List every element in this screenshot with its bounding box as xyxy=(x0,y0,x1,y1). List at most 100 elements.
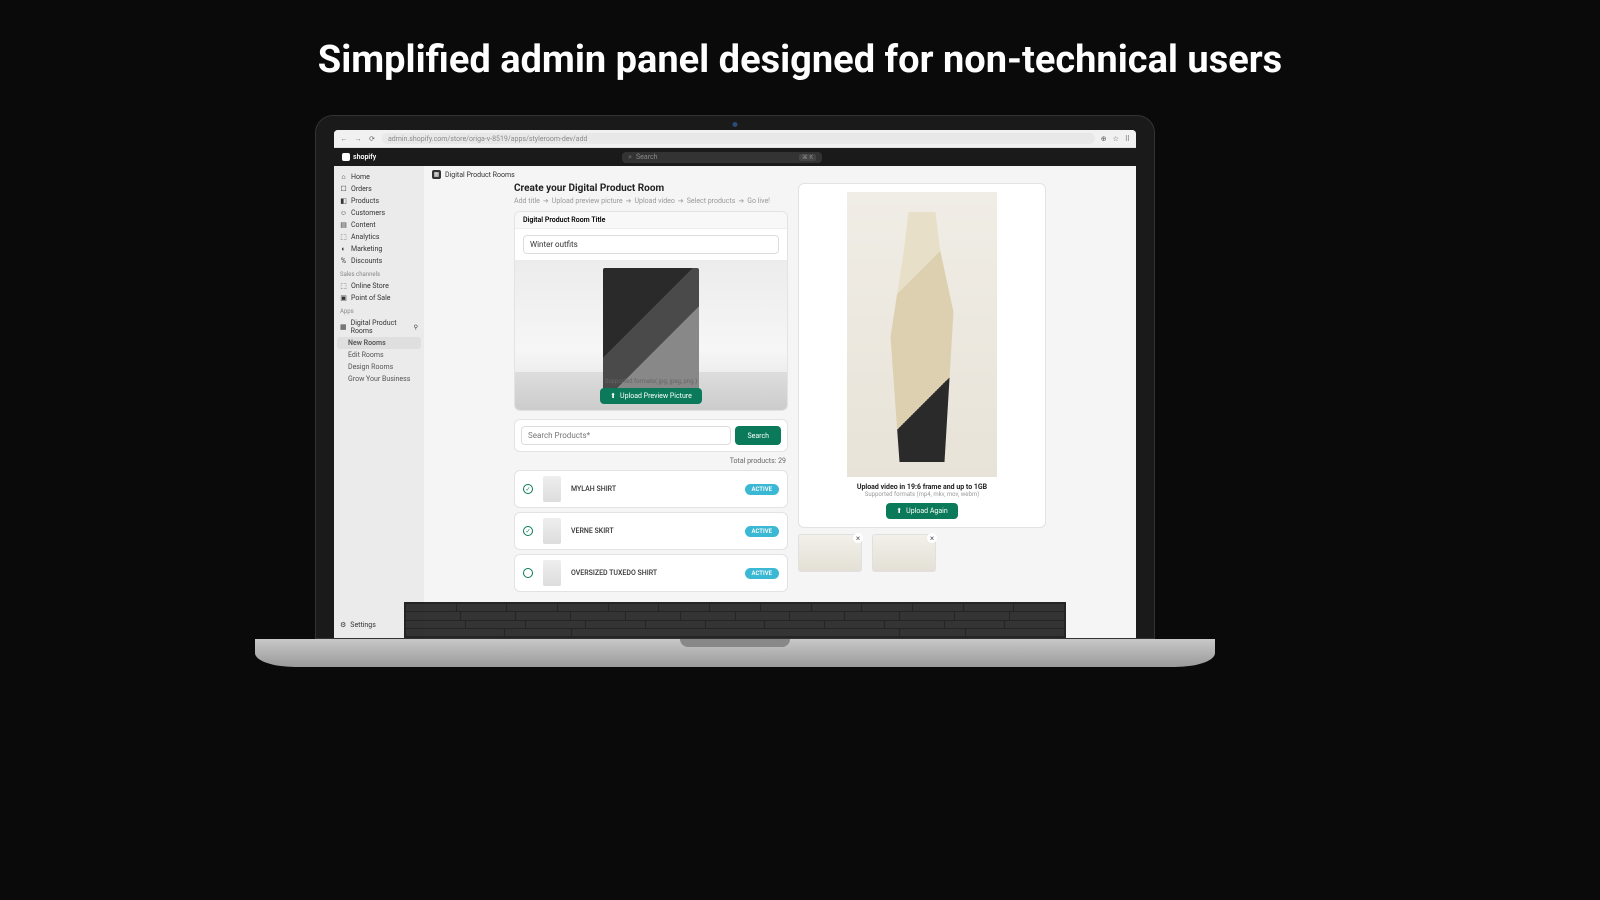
product-thumb xyxy=(543,560,561,586)
sidebar-item-content[interactable]: ▤ Content xyxy=(334,219,424,231)
zoom-icon[interactable]: ⊕ xyxy=(1101,135,1107,143)
pin-icon[interactable]: ⚲ xyxy=(414,324,418,331)
star-icon[interactable]: ☆ xyxy=(1113,135,1119,143)
sidebar-channel-online-store[interactable]: ⬚ Online Store xyxy=(334,280,424,292)
back-button[interactable]: ← xyxy=(340,135,348,143)
sidebar-item-label: Digital Product Rooms xyxy=(351,319,410,335)
sidebar-item-orders[interactable]: ☐ Orders xyxy=(334,183,424,195)
sidebar-item-label: Online Store xyxy=(351,282,389,290)
step-label: Go live! xyxy=(747,197,770,205)
status-badge: ACTIVE xyxy=(745,484,780,495)
sidebar-item-marketing[interactable]: ◐ Marketing xyxy=(334,243,424,255)
sidebar-section-apps: Apps xyxy=(334,304,424,317)
product-name: VERNE SKIRT xyxy=(571,527,735,535)
sidebar-sub-new-rooms[interactable]: New Rooms xyxy=(337,337,421,349)
nav-icon: ⬚ xyxy=(340,234,347,241)
sidebar-sub-grow-your-business[interactable]: Grow Your Business xyxy=(334,373,424,385)
search-placeholder: Search xyxy=(636,153,658,161)
search-icon: ⌕ xyxy=(628,153,632,162)
checkbox[interactable]: ✓ xyxy=(523,484,533,494)
video-preview xyxy=(847,192,997,477)
preview-image xyxy=(603,268,699,396)
title-card: Digital Product Room Title Supported for… xyxy=(514,211,788,411)
sidebar: ⌂Home ☐ Orders ◧ Products ☺Customers ▤ Content ⬚… xyxy=(334,166,424,638)
hero-title: Simplified admin panel designed for non-… xyxy=(0,0,1600,82)
sidebar-item-label: Orders xyxy=(351,185,372,193)
channel-icon: ▣ xyxy=(340,295,347,302)
sidebar-item-home[interactable]: ⌂Home xyxy=(334,171,424,183)
sidebar-item-label: Content xyxy=(351,221,376,229)
sidebar-item-customers[interactable]: ☺Customers xyxy=(334,207,424,219)
product-row[interactable]: ✓ MYLAH SHIRT ACTIVE xyxy=(514,470,788,508)
shopify-logo[interactable]: shopify xyxy=(342,153,376,161)
url-text: admin.shopify.com/store/origa-v-8519/app… xyxy=(388,135,588,143)
status-badge: ACTIVE xyxy=(745,526,780,537)
sidebar-app-dpr[interactable]: ▦ Digital Product Rooms ⚲ xyxy=(334,317,424,337)
product-search-row: Search xyxy=(514,419,788,452)
title-field-label: Digital Product Room Title xyxy=(515,212,787,229)
sidebar-item-analytics[interactable]: ⬚Analytics xyxy=(334,231,424,243)
arrow-icon: ➜ xyxy=(678,197,684,205)
steps-hint: Add title➜Upload preview picture➜Upload … xyxy=(514,197,788,205)
sidebar-sub-edit-rooms[interactable]: Edit Rooms xyxy=(334,349,424,361)
nav-icon: ▤ xyxy=(340,222,347,229)
url-bar[interactable]: admin.shopify.com/store/origa-v-8519/app… xyxy=(382,133,1095,144)
breadcrumb: ▦ Digital Product Rooms xyxy=(424,166,1136,183)
model-image xyxy=(877,212,967,462)
sidebar-item-label: Marketing xyxy=(351,245,382,253)
upload-preview-button[interactable]: ⬆ Upload Preview Picture xyxy=(600,388,702,404)
product-row[interactable]: ✓ VERNE SKIRT ACTIVE xyxy=(514,512,788,550)
search-button[interactable]: Search xyxy=(735,426,781,445)
gear-icon: ⚙ xyxy=(340,621,346,629)
forward-button[interactable]: → xyxy=(354,135,362,143)
close-icon[interactable]: × xyxy=(927,533,937,543)
close-icon[interactable]: × xyxy=(853,533,863,543)
sidebar-sub-design-rooms[interactable]: Design Rooms xyxy=(334,361,424,373)
step-label: Upload video xyxy=(634,197,674,205)
app-icon: ▦ xyxy=(340,324,347,331)
product-search-input[interactable] xyxy=(521,426,731,445)
btn-label: Upload Again xyxy=(906,507,948,515)
product-thumb xyxy=(543,476,561,502)
product-name: MYLAH SHIRT xyxy=(571,485,735,493)
checkbox[interactable]: ✓ xyxy=(523,526,533,536)
room-title-input[interactable] xyxy=(523,235,779,254)
upload-icon: ⬆ xyxy=(896,507,902,515)
nav-icon: ◧ xyxy=(340,198,347,205)
sidebar-channel-point-of-sale[interactable]: ▣ Point of Sale xyxy=(334,292,424,304)
sidebar-item-discounts[interactable]: %Discounts xyxy=(334,255,424,267)
status-badge: ACTIVE xyxy=(745,568,780,579)
product-row[interactable]: OVERSIZED TUXEDO SHIRT ACTIVE xyxy=(514,554,788,592)
kbd-shortcut: ⌘ K xyxy=(799,154,816,161)
checkbox[interactable] xyxy=(523,568,533,578)
selected-products-row: × × xyxy=(798,534,1046,572)
video-upload-card: Upload video in 19:6 frame and up to 1GB… xyxy=(798,183,1046,528)
nav-icon: ⌂ xyxy=(340,174,347,181)
camera-icon xyxy=(733,122,738,127)
extensions-icon[interactable]: ⠿ xyxy=(1125,135,1130,143)
sidebar-section-channels: Sales channels xyxy=(334,267,424,280)
product-thumb xyxy=(543,518,561,544)
laptop-keyboard xyxy=(404,602,1066,638)
reload-button[interactable]: ⟳ xyxy=(368,135,376,143)
video-note: Upload video in 19:6 frame and up to 1GB xyxy=(857,483,987,491)
btn-label: Upload Preview Picture xyxy=(620,392,692,400)
app-badge-icon: ▦ xyxy=(432,170,441,179)
sidebar-item-label: Products xyxy=(351,197,379,205)
upload-again-button[interactable]: ⬆ Upload Again xyxy=(886,503,957,519)
step-label: Select products xyxy=(687,197,736,205)
nav-icon: ☐ xyxy=(340,186,347,193)
shopify-topbar: shopify ⌕ Search ⌘ K xyxy=(334,148,1136,166)
sidebar-item-label: Point of Sale xyxy=(351,294,391,302)
video-formats: Supported formats (mp4, mkv, mov, webm) xyxy=(865,491,979,498)
sidebar-item-products[interactable]: ◧ Products xyxy=(334,195,424,207)
selected-thumb[interactable]: × xyxy=(798,534,862,572)
channel-icon: ⬚ xyxy=(340,283,347,290)
nav-icon: ◐ xyxy=(340,246,347,253)
formats-hint: Supported formats( jpg, jpeg, png ) xyxy=(605,378,697,385)
global-search[interactable]: ⌕ Search ⌘ K xyxy=(622,152,822,163)
arrow-icon: ➜ xyxy=(543,197,549,205)
selected-thumb[interactable]: × xyxy=(872,534,936,572)
product-name: OVERSIZED TUXEDO SHIRT xyxy=(571,569,735,577)
page-title: Create your Digital Product Room xyxy=(514,183,788,194)
